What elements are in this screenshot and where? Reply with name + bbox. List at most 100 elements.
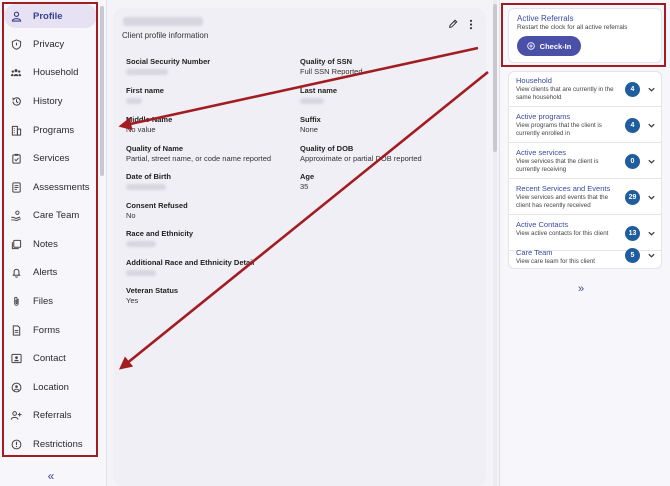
check-circle-icon (526, 42, 535, 50)
field-value-veteran-status: Yes (126, 296, 139, 305)
chevron-down-icon[interactable] (647, 251, 656, 260)
nav-label-referrals: Referrals (33, 409, 72, 421)
field-label-date-of-birth: Date of Birth (126, 172, 171, 181)
field-label-race-ethnicity: Race and Ethnicity (126, 229, 194, 238)
field-label-suffix: Suffix (300, 115, 321, 124)
field-label-ssn: Social Security Number (126, 57, 211, 66)
chevron-down-icon[interactable] (647, 193, 656, 202)
pencil-icon (449, 19, 458, 28)
summary-row-care-team[interactable]: Care Team View care team for this client… (509, 244, 661, 270)
edit-profile-button[interactable] (447, 18, 459, 30)
nav-label-restrictions: Restrictions (33, 438, 83, 450)
summary-title: Active Contacts (516, 220, 569, 229)
nav-label-profile: Profile (33, 10, 63, 22)
field-label-veteran-status: Veteran Status (126, 286, 179, 295)
summary-description: View active contacts for this client (516, 230, 609, 237)
summary-row-active-services[interactable]: Active services View services that the c… (509, 144, 661, 179)
profile-card: Client profile information Social Securi… (113, 8, 486, 486)
nav-item-history[interactable]: History (4, 89, 97, 113)
bell-icon (10, 266, 22, 278)
field-value-quality-of-name: Partial, street name, or code name repor… (126, 154, 272, 163)
count-badge: 5 (625, 248, 640, 263)
count-badge: 29 (625, 190, 640, 205)
field-value-ssn-redacted (126, 69, 168, 75)
nav-label-services: Services (33, 152, 70, 164)
summary-description: View programs that the client is current… (516, 122, 602, 137)
field-value-quality-of-ssn: Full SSN Reported (300, 67, 363, 76)
nav-item-household[interactable]: Household (4, 60, 97, 84)
nav-item-notes[interactable]: Notes (4, 232, 97, 256)
field-value-suffix: None (300, 125, 318, 134)
count-badge: 4 (625, 82, 640, 97)
field-value-dob-redacted (126, 184, 166, 190)
nav-item-profile[interactable]: Profile (4, 4, 97, 28)
chevron-down-icon[interactable] (647, 229, 656, 238)
nav-item-files[interactable]: Files (4, 289, 97, 313)
field-label-quality-of-ssn: Quality of SSN (300, 57, 353, 66)
nav-item-privacy[interactable]: Privacy (4, 32, 97, 56)
field-value-quality-of-dob: Approximate or partial DOB reported (300, 154, 422, 163)
more-options-button[interactable] (465, 18, 477, 30)
nav-item-services[interactable]: Services (4, 146, 97, 170)
notes-icon (10, 238, 22, 250)
nav-item-care-team[interactable]: Care Team (4, 203, 97, 227)
nav-label-household: Household (33, 66, 79, 78)
count-badge: 0 (625, 154, 640, 169)
alert-circle-icon (10, 438, 22, 450)
check-in-button[interactable]: Check-In (517, 36, 581, 56)
summary-description: View care team for this client (516, 258, 595, 265)
count-badge: 4 (625, 118, 640, 133)
summary-title: Recent Services and Events (516, 184, 611, 193)
main-scrollbar[interactable] (493, 4, 497, 152)
nav-label-history: History (33, 95, 63, 107)
field-value-first-name-redacted (126, 98, 142, 104)
nav-item-forms[interactable]: Forms (4, 318, 97, 342)
nav-scrollbar[interactable] (100, 6, 104, 176)
paperclip-icon (10, 295, 22, 307)
field-value-age: 35 (300, 182, 309, 191)
collapse-nav-button[interactable]: « (44, 470, 58, 482)
count-badge: 13 (625, 226, 640, 241)
clipboard-icon (10, 152, 22, 164)
nav-label-location: Location (33, 381, 69, 393)
field-label-quality-of-name: Quality of Name (126, 144, 184, 153)
field-label-last-name: Last name (300, 86, 338, 95)
summary-row-active-programs[interactable]: Active programs View programs that the c… (509, 108, 661, 143)
summary-description: View clients that are currently in the s… (516, 86, 614, 101)
chevron-down-icon[interactable] (647, 121, 656, 130)
nav-item-referrals[interactable]: Referrals (4, 403, 97, 427)
client-name-redacted (123, 17, 203, 26)
summary-row-recent-services-events[interactable]: Recent Services and Events View services… (509, 180, 661, 215)
check-in-label: Check-In (539, 41, 572, 51)
nav-item-alerts[interactable]: Alerts (4, 260, 97, 284)
chevron-down-icon[interactable] (647, 157, 656, 166)
nav-label-alerts: Alerts (33, 266, 58, 278)
field-value-last-name-redacted (300, 98, 324, 104)
nav-item-location[interactable]: Location (4, 375, 97, 399)
profile-subtitle: Client profile information (122, 31, 209, 40)
field-value-race-redacted (126, 241, 156, 247)
summary-title: Care Team (516, 248, 553, 257)
care-team-icon (10, 209, 22, 221)
person-icon (10, 10, 22, 22)
client-summary-card: Household View clients that are currentl… (508, 71, 662, 269)
summary-row-household[interactable]: Household View clients that are currentl… (509, 72, 661, 107)
form-icon (10, 324, 22, 336)
field-value-consent-refused: No (126, 211, 136, 220)
group-icon (10, 66, 22, 78)
nav-item-assessments[interactable]: Assessments (4, 175, 97, 199)
expand-panel-button[interactable]: » (578, 283, 584, 295)
nav-item-contact[interactable]: Contact (4, 346, 97, 370)
active-referrals-card: Active Referrals Restart the clock for a… (508, 8, 662, 63)
add-person-icon (10, 409, 22, 421)
shield-icon (10, 38, 22, 50)
nav-item-programs[interactable]: Programs (4, 118, 97, 142)
nav-label-assessments: Assessments (33, 181, 90, 193)
nav-item-restrictions[interactable]: Restrictions (4, 432, 97, 456)
field-value-additional-race-redacted (126, 270, 156, 276)
location-icon (10, 381, 22, 393)
more-vertical-icon (469, 19, 473, 29)
chevron-down-icon[interactable] (647, 85, 656, 94)
nav-label-notes: Notes (33, 238, 58, 250)
field-label-consent-refused: Consent Refused (126, 201, 188, 210)
